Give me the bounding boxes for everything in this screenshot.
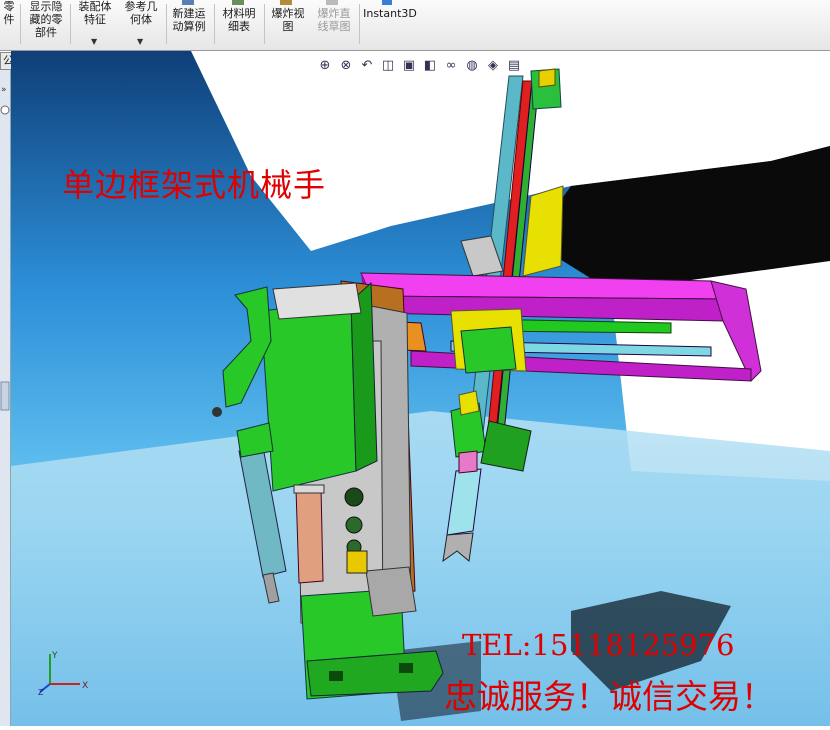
exploded-view-button[interactable]: 爆炸视 图 — [266, 7, 310, 55]
triad-x-label: X — [82, 681, 88, 691]
heads-up-view-toolbar: ⊕ ⊗ ↶ ◫ ▣ ◧ ∞ ◍ ◈ ▤ — [316, 56, 523, 76]
zoom-area-icon[interactable]: ⊗ — [337, 57, 355, 75]
new-motion-study-label: 新建运 动算例 — [172, 7, 206, 33]
gripper-yellow-joint — [458, 390, 480, 416]
splitter-handle-icon — [0, 381, 10, 411]
gripper-pink-block — [458, 450, 478, 474]
bill-of-materials-button[interactable]: 材料明 细表 — [218, 7, 260, 55]
new-motion-study-button[interactable]: 新建运 动算例 — [168, 7, 210, 55]
instant3d-icon — [382, 0, 392, 5]
view-orientation-icon[interactable]: ▣ — [400, 57, 418, 75]
base-mount-hole — [399, 663, 413, 673]
panel-controls: » — [0, 85, 10, 411]
command-manager-toolbar: 零 件 显示隐 藏的零 部件 装配体 特征 ▼ 参考几 何体 ▼ 新建运 动算例… — [0, 0, 830, 51]
toolbar-separator — [166, 4, 167, 44]
explode-line-sketch-icon — [326, 0, 338, 5]
view-settings-icon[interactable]: ▤ — [505, 57, 523, 75]
base-mount-hole — [329, 671, 343, 681]
control-knob — [344, 487, 364, 507]
triad-y-label: Y — [51, 651, 58, 661]
panel-toggle-icon — [0, 105, 10, 115]
apply-scene-icon[interactable]: ◈ — [484, 57, 502, 75]
model-scene[interactable] — [11, 51, 830, 726]
previous-view-icon[interactable]: ↶ — [358, 57, 376, 75]
explode-line-sketch-button[interactable]: 爆炸直 线草图 — [312, 7, 356, 55]
pivot-bolt — [212, 407, 222, 417]
toolbar-separator — [214, 4, 215, 44]
exploded-view-label: 爆炸视 图 — [271, 7, 305, 33]
overlay-title: 单边框架式机械手 — [62, 166, 327, 204]
bill-of-materials-label: 材料明 细表 — [222, 7, 256, 33]
toolbar-icon-strip — [182, 0, 392, 5]
instant3d-label: Instant3D — [363, 7, 417, 20]
edit-appearance-icon[interactable]: ◍ — [463, 57, 481, 75]
overlay-tel: TEL:15118125976 — [462, 628, 735, 662]
column-lower-grey — [365, 566, 417, 617]
instant3d-button[interactable]: Instant3D — [362, 7, 418, 55]
mast-top-yellow-block — [538, 68, 556, 88]
toolbar-separator — [359, 4, 360, 44]
bom-icon — [232, 0, 244, 5]
display-style-icon[interactable]: ◧ — [421, 57, 439, 75]
graphics-viewport[interactable] — [11, 51, 830, 726]
warning-label — [346, 550, 368, 574]
reference-geometry-dropdown-icon[interactable]: ▼ — [137, 37, 143, 46]
column-green-cover — [260, 300, 357, 492]
section-view-icon[interactable]: ◫ — [379, 57, 397, 75]
overlay-slogan: 忠诚服务！诚信交易！ — [444, 677, 774, 716]
coordinate-triad: Y X Z — [38, 651, 88, 696]
toolbar-separator — [264, 4, 265, 44]
explode-line-sketch-label: 爆炸直 线草图 — [317, 7, 351, 33]
feature-manager-collapsed-panel[interactable]: » — [0, 70, 11, 726]
expand-arrow-icon: » — [1, 85, 7, 95]
toolbar-separator — [20, 4, 21, 44]
triad-z-label: Z — [38, 688, 44, 696]
exploded-view-icon — [280, 0, 292, 5]
motion-study-icon — [182, 0, 194, 5]
regulator-cap — [293, 484, 325, 494]
hide-show-icon[interactable]: ∞ — [442, 57, 460, 75]
carriage-green-block — [460, 326, 517, 374]
zoom-to-fit-icon[interactable]: ⊕ — [316, 57, 334, 75]
filter-regulator — [295, 486, 324, 584]
assembly-features-dropdown-icon[interactable]: ▼ — [91, 37, 97, 46]
toolbar-separator — [70, 4, 71, 44]
column-top-plate — [272, 282, 362, 320]
control-knob — [345, 516, 363, 534]
